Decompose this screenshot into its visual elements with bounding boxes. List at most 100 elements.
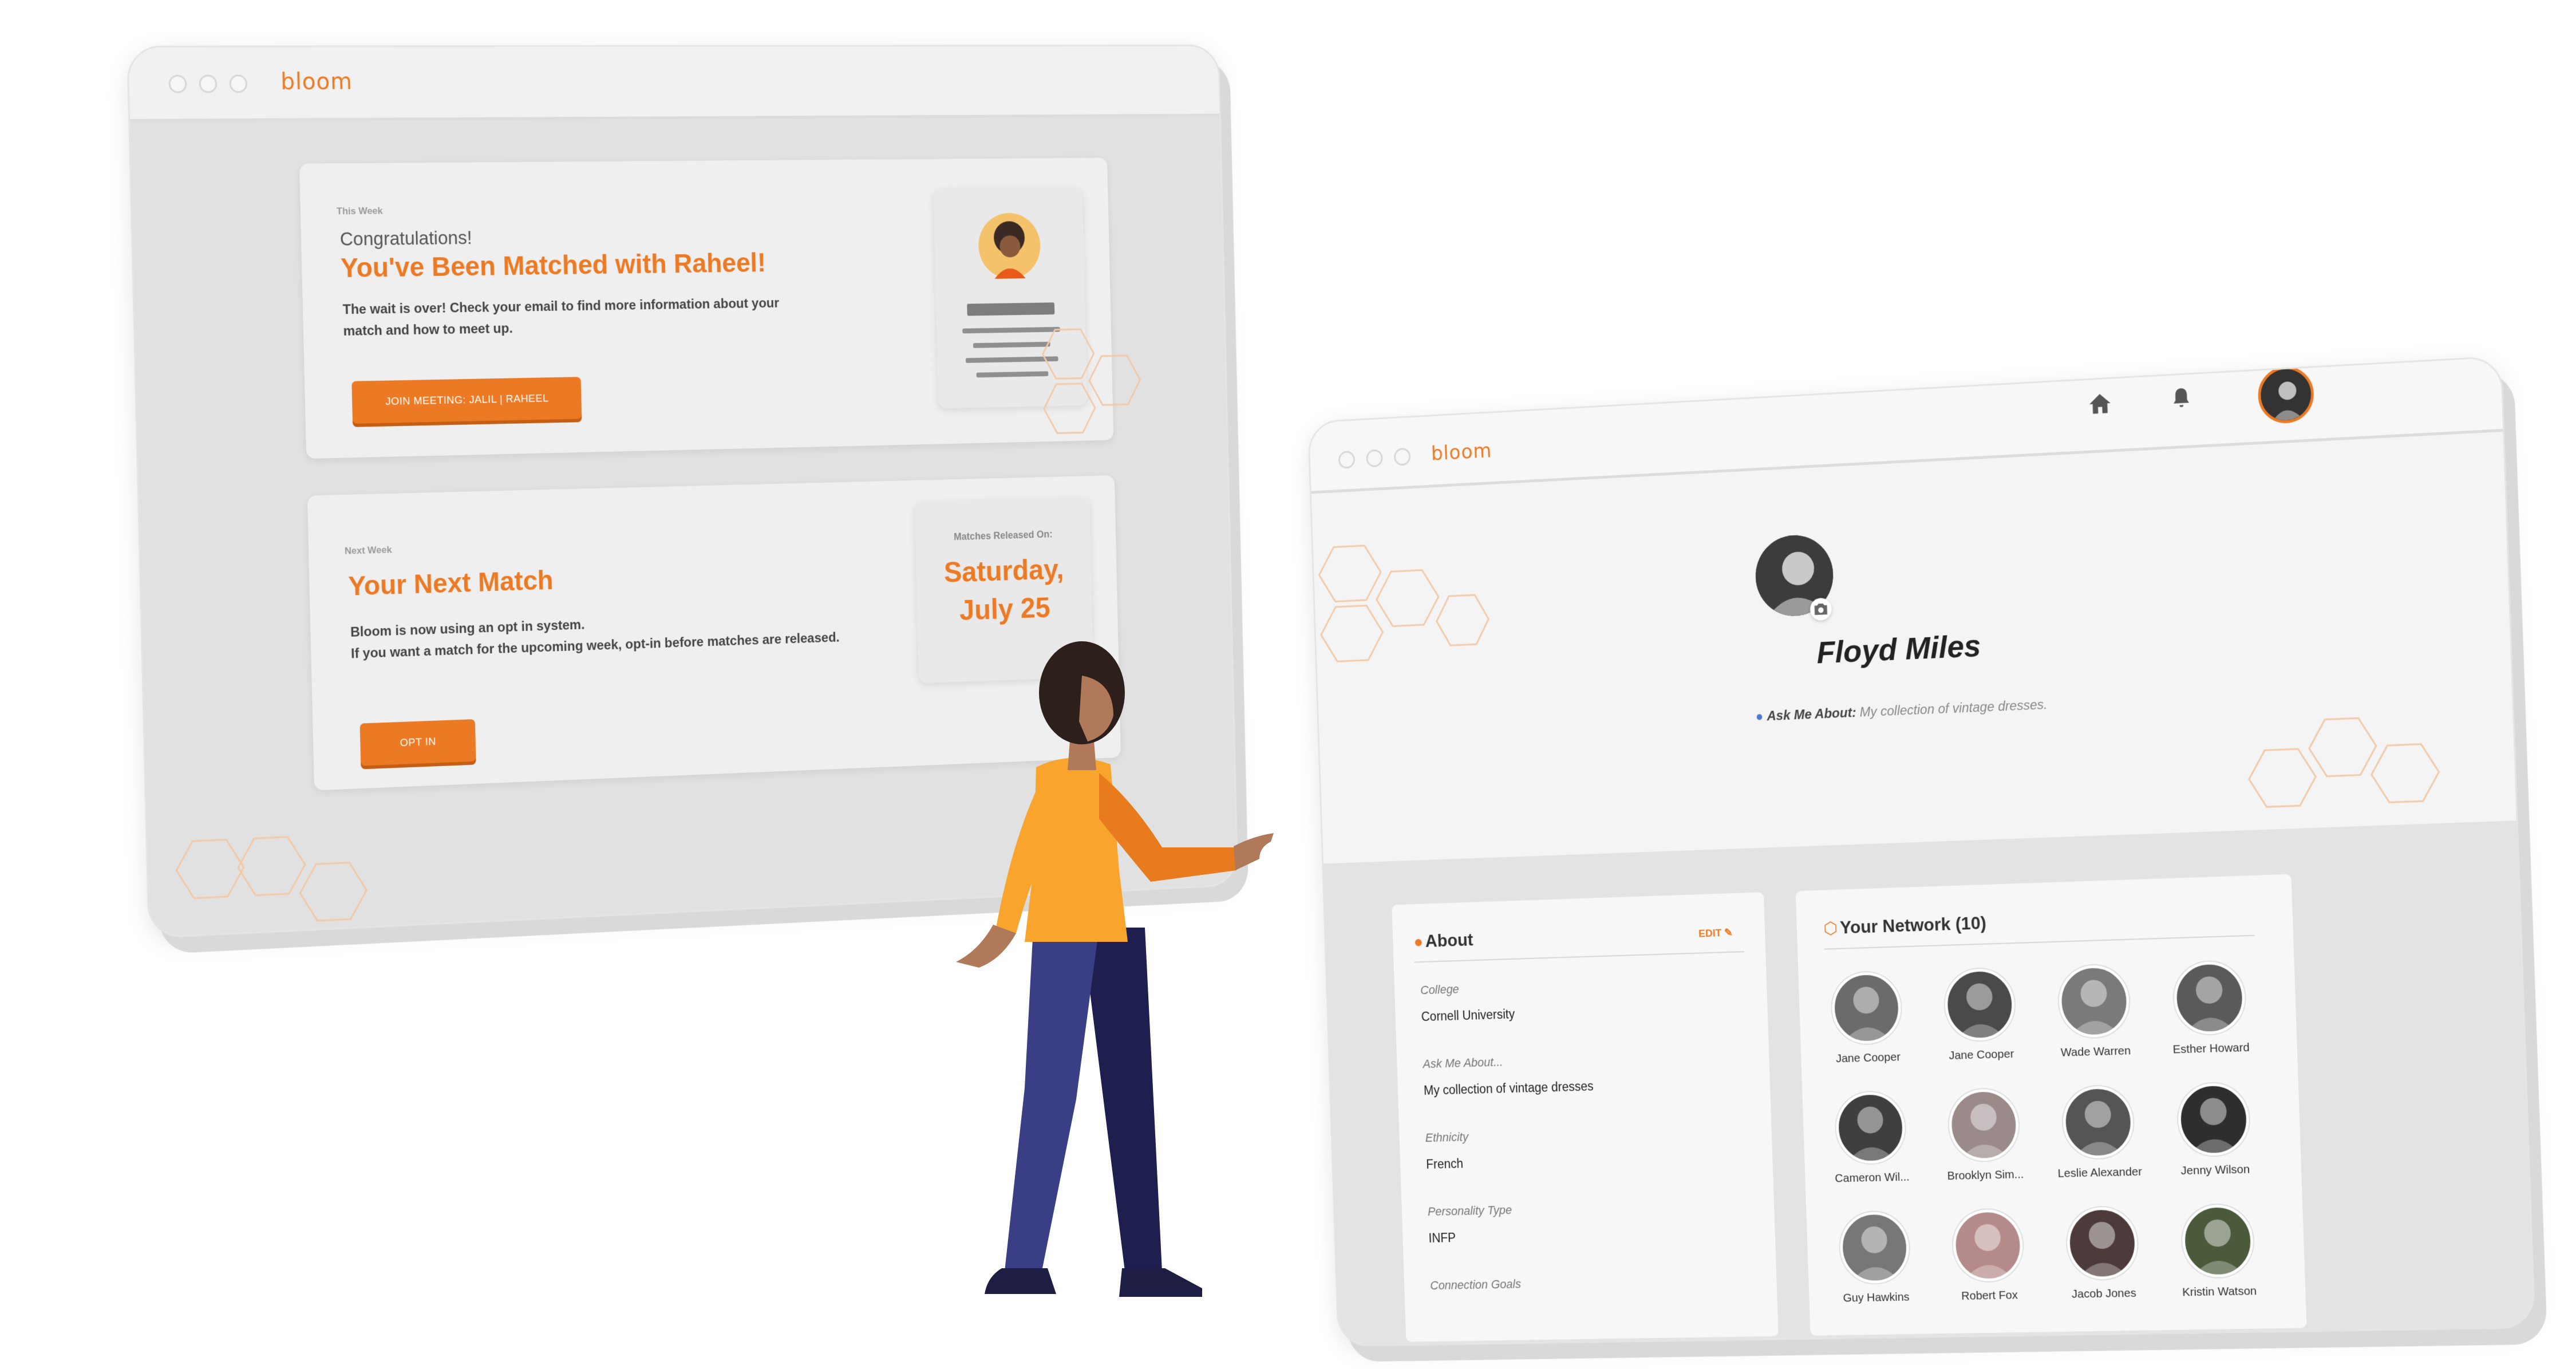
window-controls (168, 74, 248, 93)
member-name: Cameron Wil... (1835, 1170, 1910, 1185)
member-name: Leslie Alexander (2057, 1165, 2143, 1180)
network-title: Your Network (10) (1839, 912, 1987, 938)
network-member[interactable]: Cameron Wil... (1824, 1091, 1918, 1185)
window-close-dot[interactable] (1338, 450, 1356, 469)
join-meeting-button[interactable]: JOIN MEETING: JALIL | RAHEEL (351, 377, 582, 424)
window-maximize-dot[interactable] (1393, 447, 1411, 466)
member-avatar[interactable] (2057, 964, 2131, 1039)
bell-icon[interactable] (2169, 385, 2193, 412)
member-avatar[interactable] (1835, 1091, 1906, 1165)
title-bar: bloom (128, 46, 1220, 122)
member-name: Jacob Jones (2071, 1287, 2137, 1301)
network-member[interactable]: Kristin Watson (2170, 1204, 2267, 1300)
network-icon: ⬡ (1823, 919, 1838, 938)
member-avatar[interactable] (2177, 1082, 2250, 1157)
hexagon-decoration (2225, 709, 2452, 831)
home-icon[interactable] (2087, 390, 2113, 417)
edit-about-button[interactable]: EDIT ✎ (1698, 926, 1733, 940)
brand-logo[interactable]: bloom (280, 69, 353, 95)
network-panel: ⬡ Your Network (10) Jane Cooper Jane Coop… (1795, 874, 2307, 1336)
about-panel: ● About EDIT ✎ College Cornell Universit… (1392, 892, 1779, 1342)
speech-icon: ● (1755, 708, 1768, 724)
network-member[interactable]: Jane Cooper (1933, 968, 2028, 1063)
release-date: July 25 (959, 591, 1051, 627)
person-illustration (956, 641, 1274, 1297)
member-avatar[interactable] (2172, 960, 2246, 1035)
next-match-headline: Your Next Match (347, 565, 554, 602)
network-member[interactable]: Jenny Wilson (2166, 1082, 2263, 1178)
network-member[interactable]: Leslie Alexander (2050, 1085, 2147, 1181)
window-maximize-dot[interactable] (229, 74, 248, 93)
placeholder-name-bar (967, 302, 1055, 316)
field-label: Connection Goals (1429, 1277, 1522, 1292)
network-member[interactable]: Robert Fox (1941, 1209, 2036, 1303)
field-value: INFP (1428, 1230, 1456, 1245)
about-field: Ethnicity French (1425, 1130, 1469, 1171)
member-avatar[interactable] (1831, 971, 1902, 1045)
divider (1824, 934, 2255, 950)
network-member[interactable]: Brooklyn Sim... (1937, 1088, 2032, 1183)
member-name: Brooklyn Sim... (1947, 1167, 2024, 1183)
match-avatar-illustration (978, 212, 1041, 279)
member-name: Jenny Wilson (2180, 1162, 2250, 1178)
window-minimize-dot[interactable] (1366, 449, 1383, 468)
user-avatar[interactable] (2257, 365, 2315, 425)
field-label: College (1420, 982, 1460, 997)
about-title: About (1425, 929, 1474, 951)
next-week-label: Next Week (344, 544, 392, 557)
network-member[interactable]: Jacob Jones (2055, 1206, 2151, 1301)
member-avatar[interactable] (1943, 968, 2016, 1041)
field-value: My collection of vintage dresses (1423, 1079, 1594, 1098)
about-field: Ask Me About... My collection of vintage… (1423, 1052, 1594, 1098)
member-name: Guy Hawkins (1843, 1290, 1910, 1305)
field-label: Ask Me About... (1423, 1055, 1503, 1071)
member-name: Robert Fox (1961, 1288, 2018, 1303)
network-grid: Jane Cooper Jane Cooper Wade Warren Esther … (1820, 960, 2290, 1319)
ask-me-label: Ask Me About: (1767, 705, 1856, 724)
hexagon-decoration (158, 807, 449, 934)
hexagon-decoration (1307, 528, 1493, 679)
profile-name: Floyd Miles (1816, 628, 1982, 670)
member-avatar[interactable] (1951, 1209, 2024, 1282)
edit-label: EDIT (1698, 927, 1722, 940)
match-headline: You've Been Matched with Raheel! (340, 248, 767, 283)
profile-header: Floyd Miles ● Ask Me About: My collectio… (1311, 432, 2516, 864)
person-icon: ● (1413, 933, 1424, 952)
ask-me-value: My collection of vintage dresses. (1859, 697, 2048, 720)
member-name: Esther Howard (2172, 1041, 2250, 1056)
member-name: Kristin Watson (2182, 1284, 2257, 1299)
member-avatar[interactable] (1839, 1211, 1910, 1284)
window-minimize-dot[interactable] (199, 74, 218, 93)
field-value: French (1425, 1156, 1464, 1171)
hexagon-decoration (1024, 322, 1170, 461)
network-member[interactable]: Wade Warren (2046, 964, 2143, 1060)
network-member[interactable]: Guy Hawkins (1828, 1211, 1922, 1305)
window-frame: bloom Floyd Miles ● Ask Me About: My col… (1307, 356, 2536, 1347)
opt-in-button[interactable]: OPT IN (359, 719, 476, 766)
release-label: Matches Released On: (953, 528, 1053, 543)
member-avatar[interactable] (2061, 1085, 2135, 1159)
window-close-dot[interactable] (168, 74, 187, 93)
about-field: College Cornell University (1420, 980, 1515, 1024)
match-description: The wait is over! Check your email to fi… (342, 295, 780, 339)
this-week-card: This Week Congratulations! You've Been M… (299, 157, 1114, 459)
profile-body: ● About EDIT ✎ College Cornell Universit… (1323, 820, 2534, 1346)
field-label: Ethnicity (1425, 1130, 1469, 1145)
member-name: Wade Warren (2060, 1044, 2131, 1059)
member-avatar[interactable] (2066, 1206, 2139, 1280)
field-label: Personality Type (1427, 1202, 1512, 1218)
network-member[interactable]: Jane Cooper (1820, 971, 1914, 1066)
release-day: Saturday, (943, 553, 1065, 589)
member-avatar[interactable] (1947, 1088, 2020, 1162)
member-name: Jane Cooper (1949, 1047, 2014, 1062)
network-header: ⬡ Your Network (10) (1823, 913, 1986, 938)
window-controls (1338, 447, 1411, 469)
edit-icon: ✎ (1724, 927, 1733, 939)
avatar-photo-icon (2260, 368, 2312, 422)
member-avatar[interactable] (2181, 1204, 2255, 1278)
network-member[interactable]: Esther Howard (2162, 960, 2259, 1057)
camera-icon[interactable] (1809, 597, 1832, 621)
brand-logo[interactable]: bloom (1431, 439, 1492, 465)
about-header: ● About (1413, 930, 1473, 952)
about-field: Connection Goals (1430, 1277, 1521, 1293)
